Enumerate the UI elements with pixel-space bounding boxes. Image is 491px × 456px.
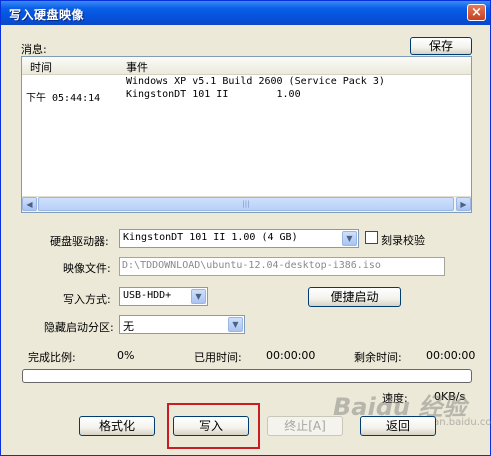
quick-boot-button[interactable]: 便捷启动 [308, 287, 401, 307]
elapsed-value: 00:00:00 [266, 349, 316, 362]
chevron-down-icon[interactable]: ▼ [342, 231, 357, 246]
format-button[interactable]: 格式化 [79, 416, 155, 436]
messages-label: 消息: [21, 43, 47, 56]
remaining-value: 00:00:00 [426, 349, 476, 362]
elapsed-label: 已用时间: [194, 351, 242, 364]
scroll-right-icon[interactable]: ▶ [456, 197, 471, 211]
burn-verify-checkbox[interactable] [365, 231, 378, 244]
progress-bar [22, 369, 472, 383]
scroll-left-icon[interactable]: ◀ [22, 197, 37, 211]
drive-value: KingstonDT 101 II 1.00 (4 GB) [123, 232, 298, 243]
message-log-list[interactable]: 时间 事件 Windows XP v5.1 Build 2600 (Servic… [21, 56, 472, 213]
scroll-thumb[interactable]: ||| [38, 197, 454, 211]
log-row-1-event: Windows XP v5.1 Build 2600 (Service Pack… [126, 76, 385, 87]
image-file-label: 映像文件: [63, 262, 111, 275]
burn-verify-label: 刻录校验 [381, 234, 425, 247]
log-row-2-event: KingstonDT 101 II 1.00 [126, 89, 301, 100]
log-header: 时间 事件 [22, 57, 471, 75]
title-bar: 写入硬盘映像 × [1, 1, 490, 25]
back-button[interactable]: 返回 [360, 416, 436, 436]
hidden-partition-select[interactable]: 无 ▼ [119, 315, 245, 334]
completion-value: 0% [117, 349, 135, 362]
drive-select[interactable]: KingstonDT 101 II 1.00 (4 GB) ▼ [119, 229, 359, 248]
log-row-2-time: 下午 05:44:14 [26, 93, 101, 104]
horizontal-scrollbar[interactable]: ◀ ||| ▶ [22, 196, 471, 212]
save-button[interactable]: 保存 [410, 37, 472, 55]
close-button[interactable]: × [467, 4, 486, 21]
write-disk-image-dialog: 写入硬盘映像 × 消息: 保存 时间 事件 Windows XP v5.1 Bu… [0, 0, 491, 456]
window-title: 写入硬盘映像 [9, 8, 85, 22]
column-header-event[interactable]: 事件 [126, 59, 148, 75]
image-file-field[interactable] [119, 257, 445, 276]
write-button-highlight-frame [167, 403, 260, 449]
write-mode-select[interactable]: USB-HDD+ ▼ [119, 287, 208, 306]
image-file-input[interactable] [122, 260, 440, 271]
hidden-partition-label: 隐藏启动分区: [44, 321, 114, 334]
drive-label: 硬盘驱动器: [50, 235, 109, 248]
chevron-down-icon[interactable]: ▼ [191, 289, 206, 304]
column-header-time[interactable]: 时间 [30, 59, 52, 75]
write-mode-value: USB-HDD+ [123, 290, 172, 301]
write-mode-label: 写入方式: [63, 293, 111, 306]
hidden-partition-value: 无 [123, 320, 134, 333]
stop-button[interactable]: 终止[A] [267, 416, 343, 436]
chevron-down-icon[interactable]: ▼ [228, 317, 243, 332]
completion-label: 完成比例: [28, 351, 76, 364]
remaining-label: 剩余时间: [354, 351, 402, 364]
